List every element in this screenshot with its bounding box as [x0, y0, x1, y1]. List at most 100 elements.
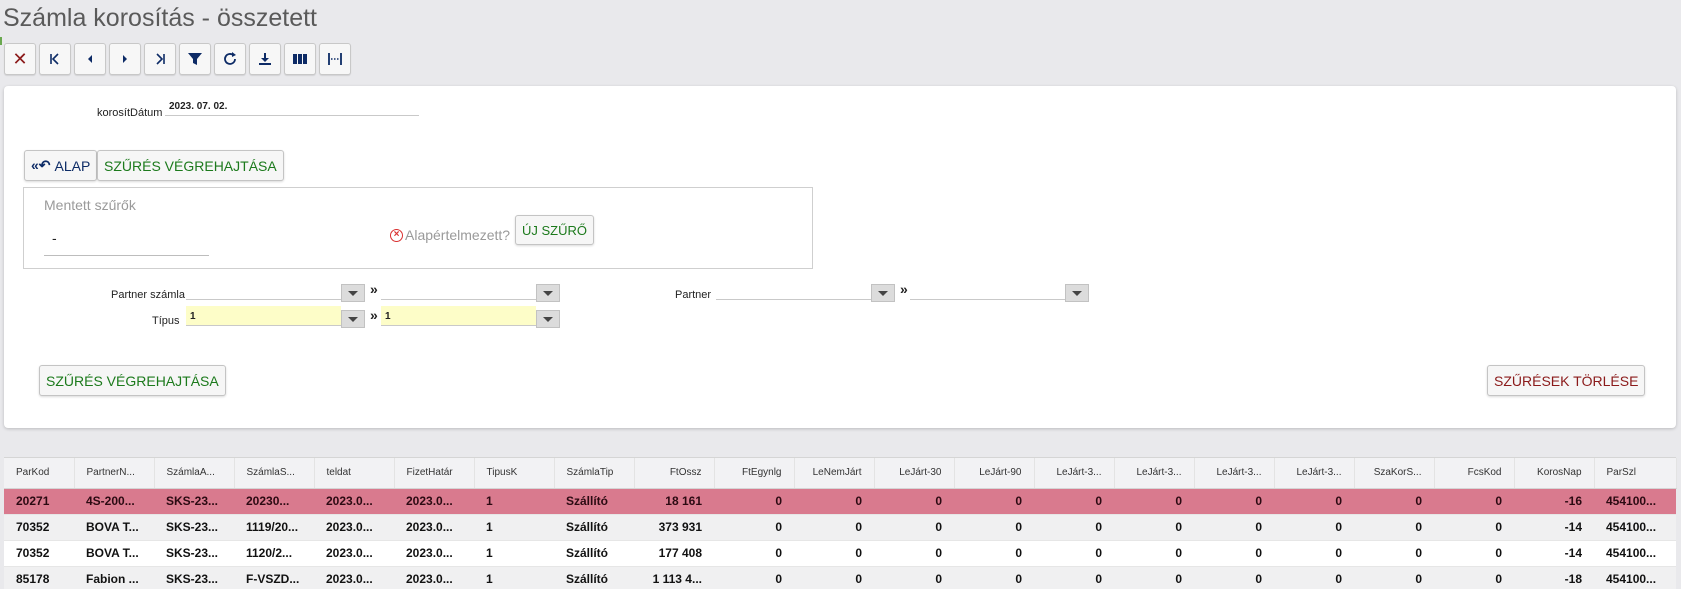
table-cell: 2023.0...: [314, 514, 394, 541]
close-icon: ✕: [12, 48, 28, 69]
table-cell: Szállító: [554, 566, 634, 589]
table-cell: 0: [954, 514, 1034, 541]
column-header[interactable]: LeJárt-30: [874, 458, 955, 489]
page-title: Számla korosítás - összetett: [3, 4, 318, 32]
column-header[interactable]: LeNemJárt: [794, 458, 875, 489]
saved-filters-select[interactable]: -: [44, 230, 209, 256]
double-back-arrow-icon: «↶: [31, 157, 51, 173]
toolbar: ✕: [4, 43, 351, 75]
first-record-button[interactable]: [39, 43, 71, 75]
column-header[interactable]: KorosNap: [1514, 458, 1595, 489]
execute-filter-button[interactable]: SZŰRÉS VÉGREHAJTÁSA: [39, 365, 226, 396]
filter-panel: korosítDátum 2023. 07. 02. «↶ ALAP SZŰRÉ…: [4, 86, 1676, 428]
table-cell: 0: [794, 540, 874, 567]
table-row[interactable]: 20271 4S-200... SKS-23... 20230... 2023.0...…: [4, 488, 1676, 515]
download-icon: [259, 53, 271, 65]
column-header[interactable]: ParKod: [4, 458, 75, 489]
table-cell: 0: [1034, 540, 1114, 567]
download-button[interactable]: [249, 43, 281, 75]
table-cell: 0: [1354, 566, 1434, 589]
table-cell: 1: [474, 540, 554, 567]
type-label: Típus: [152, 315, 180, 327]
clear-filters-button[interactable]: SZŰRÉSEK TÖRLÉSE: [1487, 365, 1646, 396]
type-from-dropdown[interactable]: [341, 310, 365, 328]
prev-record-button[interactable]: [74, 43, 106, 75]
table-cell: 0: [714, 540, 794, 567]
alap-button[interactable]: «↶ ALAP: [24, 150, 98, 181]
table-cell: -14: [1514, 514, 1594, 541]
table-cell: 0: [1434, 540, 1514, 567]
table-cell: 0: [1034, 566, 1114, 589]
columns-button[interactable]: [284, 43, 316, 75]
table-cell: 18 161: [634, 488, 714, 515]
next-record-button[interactable]: [109, 43, 141, 75]
date-field[interactable]: 2023. 07. 02.: [165, 96, 419, 116]
column-header[interactable]: LeJárt-90: [954, 458, 1035, 489]
partner-to-input[interactable]: [910, 280, 1065, 300]
new-filter-button[interactable]: ÚJ SZŰRŐ: [515, 215, 594, 245]
table-header-row: ParKod PartnerN... SzámlaA... SzámlaS... tel…: [4, 458, 1677, 489]
filter-button[interactable]: [179, 43, 211, 75]
partner-account-to-dropdown[interactable]: [536, 284, 560, 302]
table-cell: 0: [794, 488, 874, 515]
default-toggle[interactable]: × Alapértelmezett?: [390, 227, 510, 243]
partner-to-dropdown[interactable]: [1065, 284, 1089, 302]
column-header[interactable]: FtOssz: [634, 458, 715, 489]
type-from-input[interactable]: 1: [186, 306, 341, 326]
fit-columns-icon: [328, 53, 342, 65]
column-header[interactable]: SzámlaA...: [154, 458, 235, 489]
column-header[interactable]: LeJárt-3...: [1114, 458, 1195, 489]
table-cell: 0: [1434, 514, 1514, 541]
x-circle-icon: ×: [390, 228, 403, 242]
column-header[interactable]: FizetHatár: [394, 458, 475, 489]
refresh-icon: [224, 52, 236, 65]
column-header[interactable]: SzámlaTip: [554, 458, 635, 489]
column-header[interactable]: LeJárt-3...: [1194, 458, 1275, 489]
table-cell: SKS-23...: [154, 488, 234, 515]
column-header[interactable]: LeJárt-3...: [1274, 458, 1355, 489]
columns-icon: [293, 54, 307, 64]
table-cell: 0: [1194, 566, 1274, 589]
last-record-button[interactable]: [144, 43, 176, 75]
fit-columns-button[interactable]: [319, 43, 351, 75]
execute-filter-top-button[interactable]: SZŰRÉS VÉGREHAJTÁSA: [97, 150, 284, 181]
table-row[interactable]: 85178 Fabion ... SKS-23... F-VSZD... 2023.0.…: [4, 566, 1676, 589]
table-cell: Szállító: [554, 488, 634, 515]
partner-account-from-input[interactable]: [186, 280, 341, 300]
column-header[interactable]: LeJárt-3...: [1034, 458, 1115, 489]
table-cell: 0: [954, 488, 1034, 515]
column-header[interactable]: PartnerN...: [74, 458, 155, 489]
column-header[interactable]: TipusK: [474, 458, 555, 489]
column-header[interactable]: ParSzl: [1594, 458, 1677, 489]
table-cell: 454100...: [1594, 540, 1676, 567]
partner-account-to-input[interactable]: [381, 280, 536, 300]
table-row[interactable]: 70352 BOVA T... SKS-23... 1119/20... 2023.0.…: [4, 514, 1676, 541]
type-to-dropdown[interactable]: [536, 310, 560, 328]
column-header[interactable]: SzaKorS...: [1354, 458, 1435, 489]
table-cell: 0: [1114, 566, 1194, 589]
partner-account-from-dropdown[interactable]: [341, 284, 365, 302]
partner-from-input[interactable]: [716, 280, 871, 300]
table-cell: 0: [714, 566, 794, 589]
partner-label: Partner: [675, 289, 712, 301]
table-cell: 454100...: [1594, 566, 1676, 589]
prev-icon: [88, 55, 92, 63]
table-cell: 2023.0...: [314, 566, 394, 589]
column-header[interactable]: FcsKod: [1434, 458, 1515, 489]
first-icon: [50, 53, 59, 65]
table-row[interactable]: 70352 BOVA T... SKS-23... 1120/2... 2023.0..…: [4, 540, 1676, 567]
column-header[interactable]: SzámlaS...: [234, 458, 315, 489]
column-header[interactable]: FtEgynlg: [714, 458, 795, 489]
column-header[interactable]: teldat: [314, 458, 395, 489]
close-button[interactable]: ✕: [4, 43, 36, 75]
alap-label: ALAP: [54, 157, 91, 174]
table-cell: 0: [1274, 488, 1354, 515]
table-cell: BOVA T...: [74, 540, 154, 567]
refresh-button[interactable]: [214, 43, 246, 75]
table-cell: 2023.0...: [394, 566, 474, 589]
table-cell: 2023.0...: [314, 540, 394, 567]
table-cell: 1120/2...: [234, 540, 314, 567]
type-to-input[interactable]: 1: [381, 306, 536, 326]
partner-from-dropdown[interactable]: [871, 284, 895, 302]
saved-filters-title: Mentett szűrők: [44, 197, 136, 213]
